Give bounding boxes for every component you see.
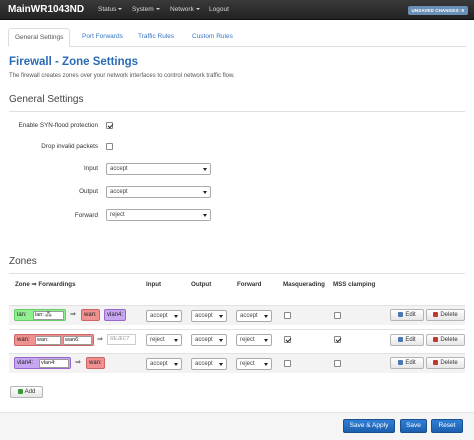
zone-badge-lan: lan: lan: 🖧 <box>14 309 66 321</box>
zone-badge-wan: wan: wan: wan6: <box>14 334 94 346</box>
tab-bar: General Settings Port Forwards Traffic R… <box>8 28 466 47</box>
dropdown-arrow-icon <box>203 214 207 217</box>
chevron-down-icon <box>155 8 160 11</box>
delete-icon <box>433 336 439 342</box>
save-button[interactable]: Save <box>400 419 427 433</box>
brand-hostname[interactable]: MainWR1043ND <box>8 4 84 15</box>
masquerading-checkbox[interactable] <box>284 336 291 343</box>
divider <box>9 111 465 112</box>
add-icon <box>17 388 23 394</box>
general-settings-heading: General Settings <box>9 94 84 105</box>
dropdown-arrow-icon <box>174 339 178 342</box>
output-policy-label: Output <box>79 188 98 195</box>
mss-clamping-checkbox[interactable] <box>334 312 341 319</box>
forward-target-vlan4: vlan4: <box>104 309 127 321</box>
dropdown-arrow-icon <box>203 168 207 171</box>
zones-header-output: Output <box>191 281 212 288</box>
add-zone-button[interactable]: Add <box>10 386 43 398</box>
dropdown-arrow-icon <box>174 315 178 318</box>
tab-traffic-rules[interactable]: Traffic Rules <box>132 28 180 47</box>
delete-icon <box>433 311 439 317</box>
zone-forward-select[interactable]: reject <box>236 358 272 370</box>
dropdown-arrow-icon <box>203 191 207 194</box>
network-icon: 🖧 <box>45 312 52 318</box>
nav-logout[interactable]: Logout <box>209 6 229 13</box>
forward-target-wan: wan: <box>81 309 100 321</box>
network-tag-vlan4: vlan4: <box>39 359 69 368</box>
edit-icon <box>398 359 404 365</box>
forward-target-wan: wan: <box>86 357 105 369</box>
zone-input-select[interactable]: accept <box>146 358 182 370</box>
edit-icon <box>398 311 404 317</box>
zone-badge-vlan4: vlan4: vlan4: <box>14 357 71 369</box>
mss-clamping-checkbox[interactable] <box>334 336 341 343</box>
page-title: Firewall - Zone Settings <box>9 56 139 68</box>
masquerading-checkbox[interactable] <box>284 312 291 319</box>
delete-zone-button[interactable]: Delete <box>426 309 465 321</box>
delete-zone-button[interactable]: Delete <box>426 357 465 369</box>
zone-input-select[interactable]: accept <box>146 310 182 322</box>
zone-forward-select[interactable]: accept <box>236 310 272 322</box>
zones-heading: Zones <box>9 256 37 267</box>
output-policy-select[interactable]: accept <box>106 186 211 198</box>
zones-header-forward: Forward <box>237 281 262 288</box>
forward-arrow-icon: ⇒ <box>97 336 103 343</box>
page-description: The firewall creates zones over your net… <box>9 73 235 79</box>
top-navbar: MainWR1043ND Status System Network Logou… <box>0 0 474 20</box>
zones-header-mss-clamping: MSS clamping <box>333 281 376 288</box>
dropdown-arrow-icon <box>219 315 223 318</box>
edit-icon <box>398 336 404 342</box>
forward-reject-placeholder: REJECT <box>107 334 136 345</box>
dropdown-arrow-icon <box>219 363 223 366</box>
nav-status[interactable]: Status <box>98 6 123 13</box>
network-tag-lan: lan: 🖧 <box>33 311 64 320</box>
reset-button[interactable]: Reset <box>431 419 463 433</box>
zone-output-select[interactable]: accept <box>191 334 227 346</box>
tab-custom-rules[interactable]: Custom Rules <box>186 28 239 47</box>
syn-flood-checkbox[interactable] <box>106 122 113 129</box>
delete-icon <box>433 359 439 365</box>
save-apply-button[interactable]: Save & Apply <box>343 419 395 433</box>
zone-output-select[interactable]: accept <box>191 358 227 370</box>
drop-invalid-label: Drop invalid packets <box>41 143 98 150</box>
syn-flood-label: Enable SYN-flood protection <box>18 122 98 129</box>
zone-input-select[interactable]: reject <box>146 334 182 346</box>
unsaved-changes-badge[interactable]: UNSAVED CHANGES: 9 <box>407 6 468 15</box>
tab-general-settings[interactable]: General Settings <box>8 28 71 47</box>
forward-arrow-icon: ⇒ <box>75 359 81 366</box>
input-policy-select[interactable]: accept <box>106 163 211 175</box>
zones-header-zone: Zone ⇒ Forwardings <box>15 281 76 288</box>
nav-system[interactable]: System <box>132 6 160 13</box>
zone-output-select[interactable]: accept <box>191 310 227 322</box>
network-tag-wan: wan: <box>35 336 61 345</box>
zones-header-input: Input <box>146 281 162 288</box>
forward-arrow-icon: ⇒ <box>70 311 76 318</box>
delete-zone-button[interactable]: Delete <box>426 334 465 346</box>
network-tag-wan6: wan6: <box>63 336 92 345</box>
chevron-down-icon <box>118 8 123 11</box>
edit-zone-button[interactable]: Edit <box>390 309 424 321</box>
dropdown-arrow-icon <box>174 363 178 366</box>
nav-network[interactable]: Network <box>170 6 200 13</box>
forward-policy-select[interactable]: reject <box>106 209 211 221</box>
zones-header-masquerading: Masquerading <box>283 281 325 288</box>
zone-forward-select[interactable]: reject <box>236 334 272 346</box>
forward-policy-label: Forward <box>74 212 98 219</box>
input-policy-label: Input <box>83 165 98 172</box>
edit-zone-button[interactable]: Edit <box>390 334 424 346</box>
dropdown-arrow-icon <box>264 315 268 318</box>
edit-zone-button[interactable]: Edit <box>390 357 424 369</box>
drop-invalid-checkbox[interactable] <box>106 143 113 150</box>
dropdown-arrow-icon <box>264 339 268 342</box>
mss-clamping-checkbox[interactable] <box>334 360 341 367</box>
tab-port-forwards[interactable]: Port Forwards <box>76 28 129 47</box>
divider <box>9 273 465 274</box>
masquerading-checkbox[interactable] <box>284 360 291 367</box>
dropdown-arrow-icon <box>264 363 268 366</box>
chevron-down-icon <box>195 8 200 11</box>
dropdown-arrow-icon <box>219 339 223 342</box>
